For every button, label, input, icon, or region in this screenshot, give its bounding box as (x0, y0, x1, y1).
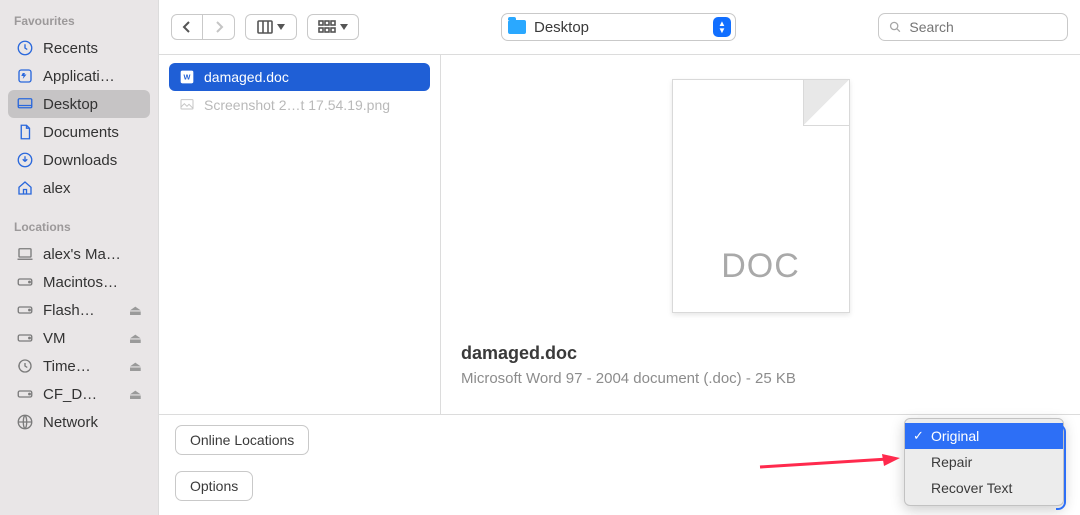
disk-icon (16, 385, 34, 403)
open-mode-menu[interactable]: Original Repair Recover Text (904, 418, 1064, 506)
sidebar-item-label: alex (43, 180, 71, 197)
group-button[interactable] (307, 14, 359, 40)
file-list-column: W damaged.doc Screenshot 2…t 17.54.19.pn… (159, 55, 441, 414)
sidebar-item-network[interactable]: Network (8, 408, 150, 436)
sidebar-item-vm[interactable]: VM ⏏ (8, 324, 150, 352)
path-updown-icon: ▲▼ (713, 17, 731, 37)
sidebar-header-locations: Locations (8, 216, 150, 240)
page-fold-icon (803, 80, 849, 126)
image-file-icon (179, 97, 195, 113)
sidebar-item-macintosh-hd[interactable]: Macintos… (8, 268, 150, 296)
eject-icon[interactable]: ⏏ (129, 386, 142, 403)
sidebar-item-home[interactable]: alex (8, 174, 150, 202)
sidebar-item-label: alex's Ma… (43, 246, 121, 263)
sidebar-item-cfd[interactable]: CF_D… ⏏ (8, 380, 150, 408)
eject-icon[interactable]: ⏏ (129, 302, 142, 319)
sidebar-item-computer[interactable]: alex's Ma… (8, 240, 150, 268)
svg-text:W: W (184, 73, 191, 82)
sidebar-item-flash[interactable]: Flash… ⏏ (8, 296, 150, 324)
chevron-down-icon (277, 24, 285, 30)
view-mode-button[interactable] (245, 14, 297, 40)
body: W damaged.doc Screenshot 2…t 17.54.19.pn… (159, 55, 1080, 414)
preview-subtitle: Microsoft Word 97 - 2004 document (.doc)… (461, 370, 1080, 387)
sidebar-item-label: VM (43, 330, 66, 347)
disk-icon (16, 329, 34, 347)
sidebar-item-label: Downloads (43, 152, 117, 169)
chevron-down-icon (340, 24, 348, 30)
sidebar-item-label: CF_D… (43, 386, 97, 403)
online-locations-button[interactable]: Online Locations (175, 425, 309, 455)
menu-item-label: Repair (931, 454, 972, 470)
network-icon (16, 413, 34, 431)
document-icon (16, 123, 34, 141)
path-selector[interactable]: Desktop ▲▼ (501, 13, 736, 41)
finder-open-dialog: Favourites Recents Applicati… Desktop Do… (0, 0, 1080, 515)
search-icon (889, 20, 901, 34)
disk-icon (16, 301, 34, 319)
sidebar-item-applications[interactable]: Applicati… (8, 62, 150, 90)
applications-icon (16, 67, 34, 85)
file-row[interactable]: W damaged.doc (169, 63, 430, 91)
file-metadata: damaged.doc Microsoft Word 97 - 2004 doc… (461, 343, 1080, 387)
file-extension-label: DOC (673, 247, 849, 286)
menu-item-repair[interactable]: Repair (905, 449, 1063, 475)
sidebar-item-label: Network (43, 414, 98, 431)
menu-item-original[interactable]: Original (905, 423, 1063, 449)
forward-button[interactable] (203, 14, 235, 40)
toolbar: Desktop ▲▼ (159, 0, 1080, 55)
grid-icon (318, 20, 336, 34)
columns-icon (257, 20, 273, 34)
downloads-icon (16, 151, 34, 169)
sidebar-item-downloads[interactable]: Downloads (8, 146, 150, 174)
main-pane: Desktop ▲▼ W damaged.doc Screenshot 2…t … (158, 0, 1080, 515)
sidebar-item-label: Time… (43, 358, 91, 375)
home-icon (16, 179, 34, 197)
menu-item-recover-text[interactable]: Recover Text (905, 475, 1063, 501)
sidebar-item-label: Macintos… (43, 274, 118, 291)
laptop-icon (16, 245, 34, 263)
path-label: Desktop (534, 19, 589, 36)
disk-icon (16, 273, 34, 291)
sidebar-item-timemachine[interactable]: Time… ⏏ (8, 352, 150, 380)
sidebar-header-favourites: Favourites (8, 10, 150, 34)
sidebar-item-desktop[interactable]: Desktop (8, 90, 150, 118)
sidebar-item-label: Recents (43, 40, 98, 57)
eject-icon[interactable]: ⏏ (129, 330, 142, 347)
menu-item-label: Original (931, 428, 979, 444)
preview-pane: DOC damaged.doc Microsoft Word 97 - 2004… (441, 55, 1080, 414)
back-button[interactable] (171, 14, 203, 40)
sidebar-item-recents[interactable]: Recents (8, 34, 150, 62)
sidebar-item-documents[interactable]: Documents (8, 118, 150, 146)
sidebar-item-label: Flash… (43, 302, 95, 319)
menu-item-label: Recover Text (931, 480, 1012, 496)
file-name: Screenshot 2…t 17.54.19.png (204, 97, 390, 113)
folder-icon (508, 20, 526, 34)
preview-filename: damaged.doc (461, 343, 1080, 364)
search-field[interactable] (878, 13, 1068, 41)
sidebar-item-label: Applicati… (43, 68, 115, 85)
desktop-icon (16, 95, 34, 113)
clock-icon (16, 39, 34, 57)
sidebar-item-label: Documents (43, 124, 119, 141)
file-row[interactable]: Screenshot 2…t 17.54.19.png (169, 91, 430, 119)
options-button[interactable]: Options (175, 471, 253, 501)
document-preview-icon: DOC (672, 79, 850, 313)
nav-buttons (171, 14, 235, 40)
search-input[interactable] (907, 18, 1057, 36)
file-name: damaged.doc (204, 69, 289, 85)
sidebar: Favourites Recents Applicati… Desktop Do… (0, 0, 158, 515)
sidebar-item-label: Desktop (43, 96, 98, 113)
word-doc-icon: W (179, 69, 195, 85)
time-machine-icon (16, 357, 34, 375)
eject-icon[interactable]: ⏏ (129, 358, 142, 375)
